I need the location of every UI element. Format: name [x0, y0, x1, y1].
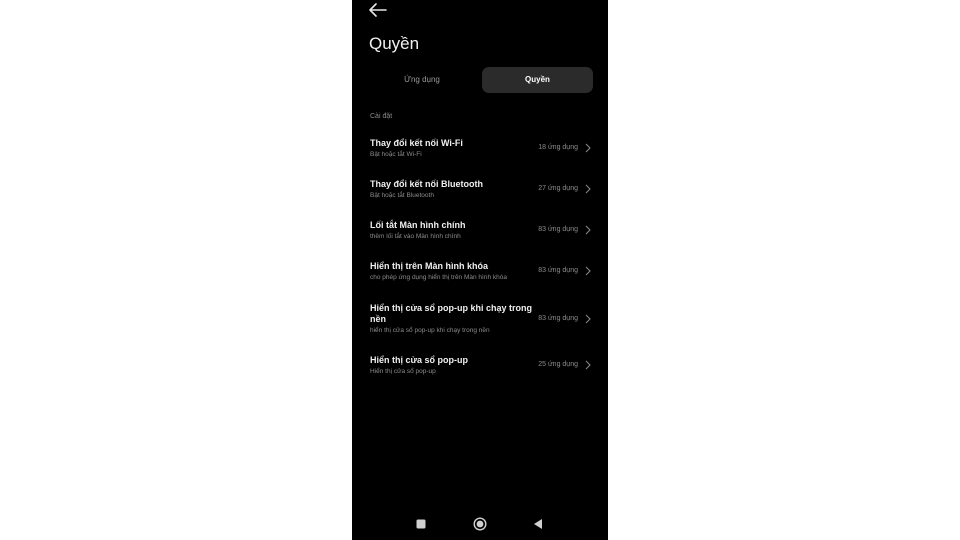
chevron-right-icon [585, 360, 591, 370]
chevron-right-icon [585, 266, 591, 276]
back-arrow-icon[interactable] [368, 2, 388, 18]
tab-apps[interactable]: Ứng dụng [362, 67, 482, 93]
home-circle-icon[interactable] [473, 517, 487, 531]
permission-item-popup[interactable]: Hiển thị cửa sổ pop-up Hiển thị cửa sổ p… [352, 355, 608, 385]
item-subtitle: Hiển thị cửa sổ pop-up [370, 368, 436, 375]
item-title: Lối tắt Màn hình chính [370, 220, 466, 230]
item-subtitle: thêm lối tắt vào Màn hình chính [370, 233, 461, 240]
recents-square-icon[interactable] [416, 519, 426, 529]
back-triangle-icon[interactable] [533, 518, 543, 530]
chevron-right-icon [585, 184, 591, 194]
item-app-count: 83 ứng dụng [538, 226, 578, 233]
tab-bar: Ứng dụng Quyền [362, 67, 593, 93]
item-app-count: 18 ứng dụng [538, 144, 578, 151]
item-subtitle: hiển thị cửa sổ pop-up khi chạy trong nề… [370, 327, 490, 334]
permission-item-bluetooth[interactable]: Thay đổi kết nối Bluetooth Bật hoặc tắt … [352, 178, 608, 208]
item-subtitle: Bật hoặc tắt Bluetooth [370, 192, 434, 199]
item-title: Hiển thị cửa sổ pop-up khi chạy trong nề… [370, 303, 533, 324]
chevron-right-icon [585, 143, 591, 153]
item-app-count: 83 ứng dụng [538, 315, 578, 322]
chevron-right-icon [585, 314, 591, 324]
item-app-count: 27 ứng dụng [538, 185, 578, 192]
item-subtitle: cho phép ứng dụng hiển thị trên Màn hình… [370, 274, 507, 281]
item-subtitle: Bật hoặc tắt Wi-Fi [370, 151, 422, 158]
tab-permissions[interactable]: Quyền [482, 67, 593, 93]
chevron-right-icon [585, 225, 591, 235]
section-header: Cài đặt [370, 113, 393, 120]
item-title: Thay đổi kết nối Bluetooth [370, 179, 483, 189]
permission-item-wifi[interactable]: Thay đổi kết nối Wi-Fi Bật hoặc tắt Wi-F… [352, 137, 608, 167]
system-nav-bar [352, 510, 608, 540]
page-title: Quyền [369, 34, 420, 53]
phone-screen: Quyền Ứng dụng Quyền Cài đặt Thay đổi kế… [352, 0, 608, 540]
item-title: Thay đổi kết nối Wi-Fi [370, 138, 463, 148]
item-title: Hiển thị trên Màn hình khóa [370, 261, 489, 271]
item-title: Hiển thị cửa sổ pop-up [370, 355, 469, 365]
permission-item-lock-screen[interactable]: Hiển thị trên Màn hình khóa cho phép ứng… [352, 261, 608, 291]
item-app-count: 25 ứng dụng [538, 361, 578, 368]
permission-item-home-shortcut[interactable]: Lối tắt Màn hình chính thêm lối tắt vào … [352, 220, 608, 250]
permission-item-background-popup[interactable]: Hiển thị cửa sổ pop-up khi chạy trong nề… [352, 303, 608, 339]
item-app-count: 83 ứng dụng [538, 267, 578, 274]
